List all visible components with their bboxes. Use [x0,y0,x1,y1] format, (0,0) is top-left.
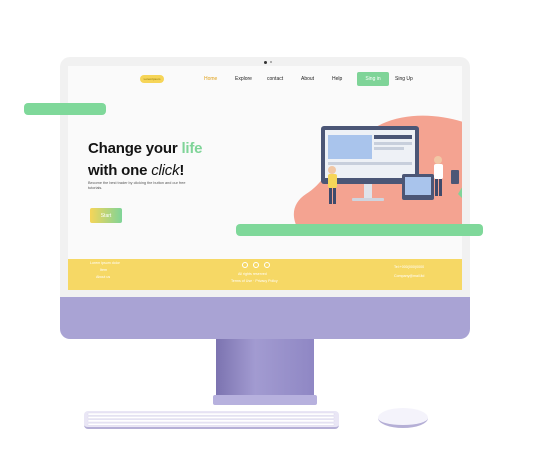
footer-left-1[interactable]: Lorem ipsum dolor [90,261,120,265]
facebook-icon[interactable] [242,262,248,268]
person-right [434,164,443,179]
footer-email[interactable]: Company@mail.ltd [394,274,424,278]
footer-copyright: All rights reserved [238,272,267,276]
nav-help[interactable]: Help [332,76,342,82]
footer-left-3[interactable]: About us [96,275,110,279]
hero-heading-line2: with one click! [88,162,184,179]
monitor-chin [60,297,470,339]
hero-text-click: click [151,162,180,179]
monitor-stand-base [213,395,317,405]
hero-text-a: Change your [88,140,182,157]
site-logo[interactable]: LoremIpsum [140,75,164,83]
hero-illustration [293,115,462,229]
hero-text-exclaim: ! [179,162,185,179]
keyboard-keys [87,412,335,426]
signup-link[interactable]: Sing Up [395,76,413,82]
floating-bar-left [24,103,106,115]
phone-illustration [451,170,459,184]
nav-about[interactable]: About [301,76,314,82]
twitter-icon[interactable] [264,262,270,268]
signin-label: Sing in [365,76,381,82]
footer-terms[interactable]: Terms of Use · Privacy Policy [231,279,278,283]
nav-explore[interactable]: Explore [235,76,252,82]
site-footer: Lorem ipsum dolor Item About us All righ… [68,259,462,290]
camera-icon [264,61,267,64]
person-left [328,174,337,188]
camera-sensor-icon [270,61,272,63]
hero-text-b: with one [88,162,152,179]
start-button[interactable]: Start [90,208,122,223]
nav-contact[interactable]: contact [267,76,283,82]
footer-left-2[interactable]: Item [100,268,107,272]
keyboard [84,411,339,429]
hero-text-life: life [181,140,203,157]
monitor-stand [216,339,314,397]
hero-heading-line1: Change your life [88,140,203,157]
footer-phone: Tel:+000(000)0000 [394,265,425,269]
start-label: Start [100,212,112,219]
website-screen: LoremIpsum Home Explore contact About He… [68,66,462,290]
floating-bar-right [236,224,483,236]
nav-home[interactable]: Home [204,76,217,82]
signin-button[interactable]: Sing in [357,72,389,86]
site-logo-text: LoremIpsum [143,77,161,81]
instagram-icon[interactable] [253,262,259,268]
mouse [378,408,428,428]
hero-subtitle: Become the best trader by clicking the b… [88,181,186,190]
